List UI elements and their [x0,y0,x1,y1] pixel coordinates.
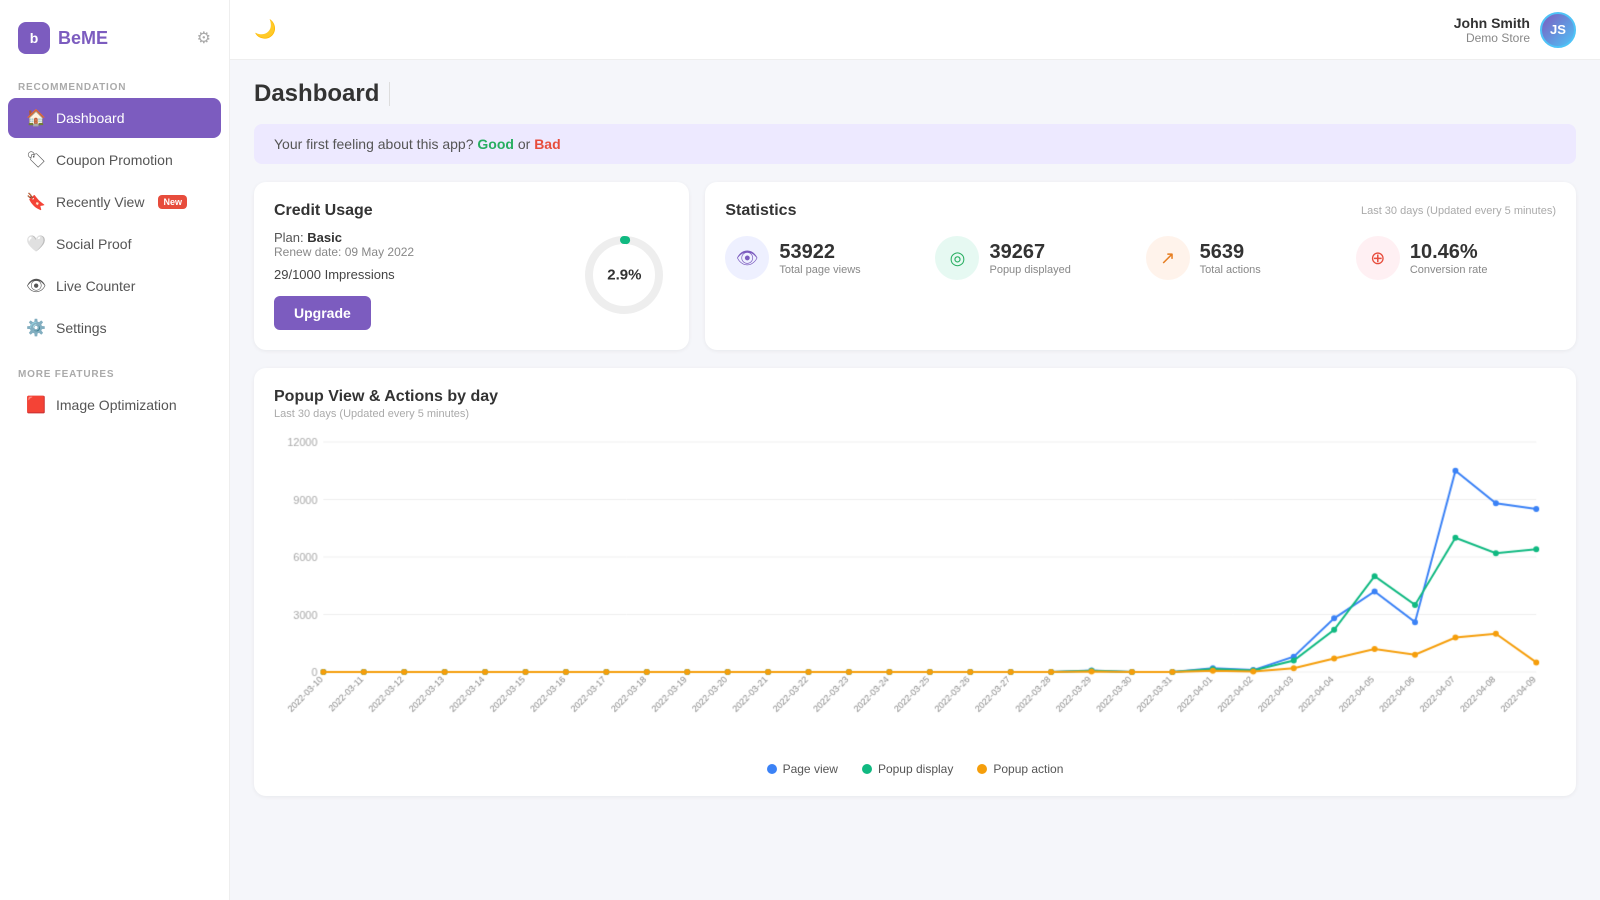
legend-dot-popup-action [977,764,987,774]
credit-usage-card: Credit Usage Plan: Basic Renew date: 09 … [254,182,689,350]
chart-title: Popup View & Actions by day [274,388,1556,406]
line-chart [274,432,1556,732]
sidebar-item-label: Recently View [56,194,144,210]
statistics-card: Statistics Last 30 days (Updated every 5… [705,182,1576,350]
sidebar-item-live-counter[interactable]: 👁 Live Counter [8,266,221,306]
feedback-banner: Your first feeling about this app? Good … [254,124,1576,164]
legend-popup-display: Popup display [862,762,953,776]
sidebar-item-coupon[interactable]: 🏷 Coupon Promotion [8,140,221,180]
sidebar-item-label: Coupon Promotion [56,152,173,168]
donut-label: 2.9% [607,267,641,284]
statistics-title-row: Statistics Last 30 days (Updated every 5… [725,202,1556,220]
plan-name: Basic [307,230,342,245]
metric-conversion-rate: ⊕ 10.46% Conversion rate [1356,236,1556,280]
page-views-label: Total page views [779,264,860,276]
sidebar-item-label: Live Counter [56,278,135,294]
metric-popup-displayed: ◎ 39267 Popup displayed [935,236,1135,280]
settings-icon: ⚙️ [26,318,46,338]
settings-gear-icon[interactable]: ⚙ [197,28,211,48]
logo-icon: b [18,22,50,54]
metric-page-views: 👁 53922 Total page views [725,236,925,280]
metric-values: 10.46% Conversion rate [1410,241,1488,276]
feedback-or: or [518,136,534,152]
conversion-rate-value: 10.46% [1410,241,1488,264]
sidebar-item-label: Image Optimization [56,397,177,413]
upgrade-button[interactable]: Upgrade [274,296,371,330]
page-title: Dashboard [254,80,379,108]
recommendation-section-label: RECOMMENDATION [0,74,229,97]
user-info: John Smith Demo Store [1454,15,1530,45]
logo: b BeME ⚙ [0,10,229,74]
sidebar-item-label: Settings [56,320,107,336]
page-views-value: 53922 [779,241,860,264]
recently-view-icon: 🔖 [26,192,46,212]
user-name: John Smith [1454,15,1530,31]
metric-total-actions: ↗ 5639 Total actions [1146,236,1346,280]
statistics-metrics: 👁 53922 Total page views ◎ 39267 Popup d… [725,236,1556,280]
credit-info: Plan: Basic Renew date: 09 May 2022 29/1… [274,230,563,330]
page-views-icon: 👁 [725,236,769,280]
statistics-title: Statistics [725,202,796,220]
legend-label-popup-action: Popup action [993,762,1063,776]
conversion-rate-label: Conversion rate [1410,264,1488,276]
live-counter-icon: 👁 [26,276,46,296]
sidebar-item-label: Social Proof [56,236,131,252]
feedback-text: Your first feeling about this app? [274,136,474,152]
main-content: 🌙 John Smith Demo Store JS Dashboard You… [230,0,1600,900]
credit-usage-title: Credit Usage [274,202,669,220]
popup-displayed-value: 39267 [989,241,1070,264]
credit-card-inner: Plan: Basic Renew date: 09 May 2022 29/1… [274,230,669,330]
avatar[interactable]: JS [1540,12,1576,48]
donut-chart: 2.9% [579,230,669,320]
total-actions-icon: ↗ [1146,236,1190,280]
legend-popup-action: Popup action [977,762,1063,776]
sidebar-item-dashboard[interactable]: 🏠 Dashboard [8,98,221,138]
legend-page-view: Page view [767,762,838,776]
chart-area [274,432,1556,752]
credit-plan: Plan: Basic [274,230,563,245]
chart-card: Popup View & Actions by day Last 30 days… [254,368,1576,796]
page-title-row: Dashboard [254,80,1576,108]
sidebar-item-label: Dashboard [56,110,125,126]
new-badge: New [158,195,187,209]
total-actions-label: Total actions [1200,264,1261,276]
coupon-icon: 🏷 [26,150,46,170]
legend-label-popup-display: Popup display [878,762,953,776]
feedback-good-link[interactable]: Good [477,136,514,152]
dashboard-icon: 🏠 [26,108,46,128]
content-area: Dashboard Your first feeling about this … [230,60,1600,900]
header: 🌙 John Smith Demo Store JS [230,0,1600,60]
feedback-bad-link[interactable]: Bad [534,136,560,152]
more-features-section-label: MORE FEATURES [0,361,229,384]
metric-values: 39267 Popup displayed [989,241,1070,276]
sidebar-item-image-optimization[interactable]: 🟥 Image Optimization [8,385,221,425]
user-profile: John Smith Demo Store JS [1454,12,1576,48]
legend-dot-page-view [767,764,777,774]
stats-row: Credit Usage Plan: Basic Renew date: 09 … [254,182,1576,350]
popup-displayed-icon: ◎ [935,236,979,280]
title-divider [389,82,390,106]
sidebar-item-recently-view[interactable]: 🔖 Recently View New [8,182,221,222]
credit-impressions: 29/1000 Impressions [274,267,563,282]
popup-displayed-label: Popup displayed [989,264,1070,276]
credit-renew: Renew date: 09 May 2022 [274,245,563,259]
chart-subtitle: Last 30 days (Updated every 5 minutes) [274,408,1556,420]
sidebar: b BeME ⚙ RECOMMENDATION 🏠 Dashboard 🏷 Co… [0,0,230,900]
image-optimization-icon: 🟥 [26,395,46,415]
logo-name: BeME [58,28,108,49]
social-proof-icon: 🤍 [26,234,46,254]
user-store: Demo Store [1454,31,1530,45]
metric-values: 53922 Total page views [779,241,860,276]
legend-label-page-view: Page view [783,762,838,776]
legend-dot-popup-display [862,764,872,774]
sidebar-item-settings[interactable]: ⚙️ Settings [8,308,221,348]
sidebar-item-social-proof[interactable]: 🤍 Social Proof [8,224,221,264]
chart-legend: Page view Popup display Popup action [274,762,1556,776]
metric-values: 5639 Total actions [1200,241,1261,276]
total-actions-value: 5639 [1200,241,1261,264]
dark-mode-toggle[interactable]: 🌙 [254,19,276,40]
statistics-last-update: Last 30 days (Updated every 5 minutes) [1361,205,1556,217]
conversion-rate-icon: ⊕ [1356,236,1400,280]
